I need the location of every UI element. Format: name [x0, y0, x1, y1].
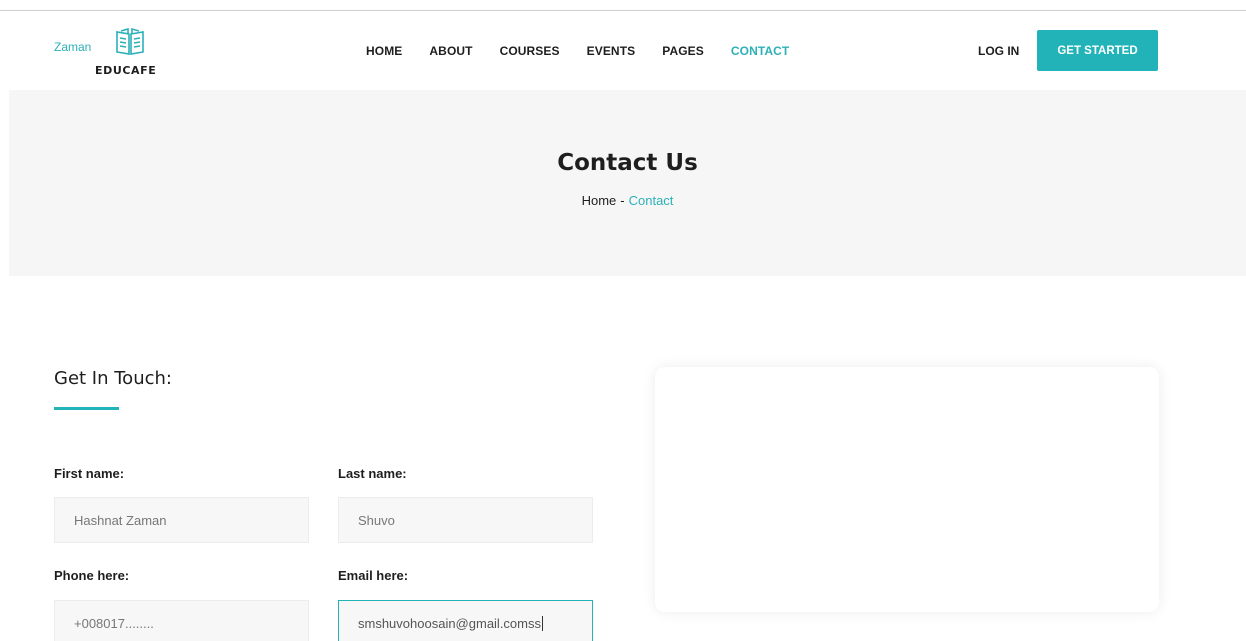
nav-events[interactable]: EVENTS — [587, 44, 636, 58]
breadcrumb-home[interactable]: Home — [582, 193, 617, 208]
phone-value: +008017........ — [74, 615, 154, 631]
main-nav: HOME ABOUT COURSES EVENTS PAGES CONTACT — [366, 44, 816, 58]
nav-contact[interactable]: CONTACT — [731, 44, 789, 58]
breadcrumb-separator: - — [620, 193, 625, 208]
nav-about[interactable]: ABOUT — [429, 44, 472, 58]
breadcrumb: Home - Contact — [9, 193, 1246, 208]
nav-courses[interactable]: COURSES — [500, 44, 560, 58]
form-title: Get In Touch: — [54, 368, 172, 389]
page-title: Contact Us — [557, 150, 698, 176]
nav-pages[interactable]: PAGES — [662, 44, 704, 58]
email-label: Email here: — [338, 568, 409, 583]
login-link[interactable]: LOG IN — [978, 44, 1019, 58]
top-divider — [0, 10, 1246, 11]
logo-brand-name: EDUCAFE — [95, 64, 157, 77]
phone-input[interactable]: +008017........ — [54, 600, 309, 641]
first-name-input[interactable]: Hashnat Zaman — [54, 497, 309, 543]
phone-label: Phone here: — [54, 568, 130, 583]
email-value: smshuvohoosain@gmail.comss — [358, 615, 541, 631]
get-started-button[interactable]: GET STARTED — [1037, 30, 1158, 71]
first-name-label: First name: — [54, 466, 125, 481]
last-name-label: Last name: — [338, 466, 407, 481]
last-name-value: Shuvo — [358, 512, 395, 528]
nav-home[interactable]: HOME — [366, 44, 402, 58]
text-caret — [542, 615, 543, 631]
last-name-input[interactable]: Shuvo — [338, 497, 593, 543]
first-name-value: Hashnat Zaman — [74, 512, 167, 528]
breadcrumb-current: Contact — [628, 193, 674, 208]
logo-top-text: Zaman — [54, 40, 92, 54]
email-input[interactable]: smshuvohoosain@gmail.comss — [338, 600, 593, 641]
map-card — [655, 367, 1159, 612]
title-underline — [54, 407, 119, 410]
page-hero: Contact Us Home - Contact — [9, 90, 1246, 276]
site-logo[interactable]: Zaman EDUCAFE — [54, 26, 184, 78]
open-book-icon — [114, 27, 146, 57]
